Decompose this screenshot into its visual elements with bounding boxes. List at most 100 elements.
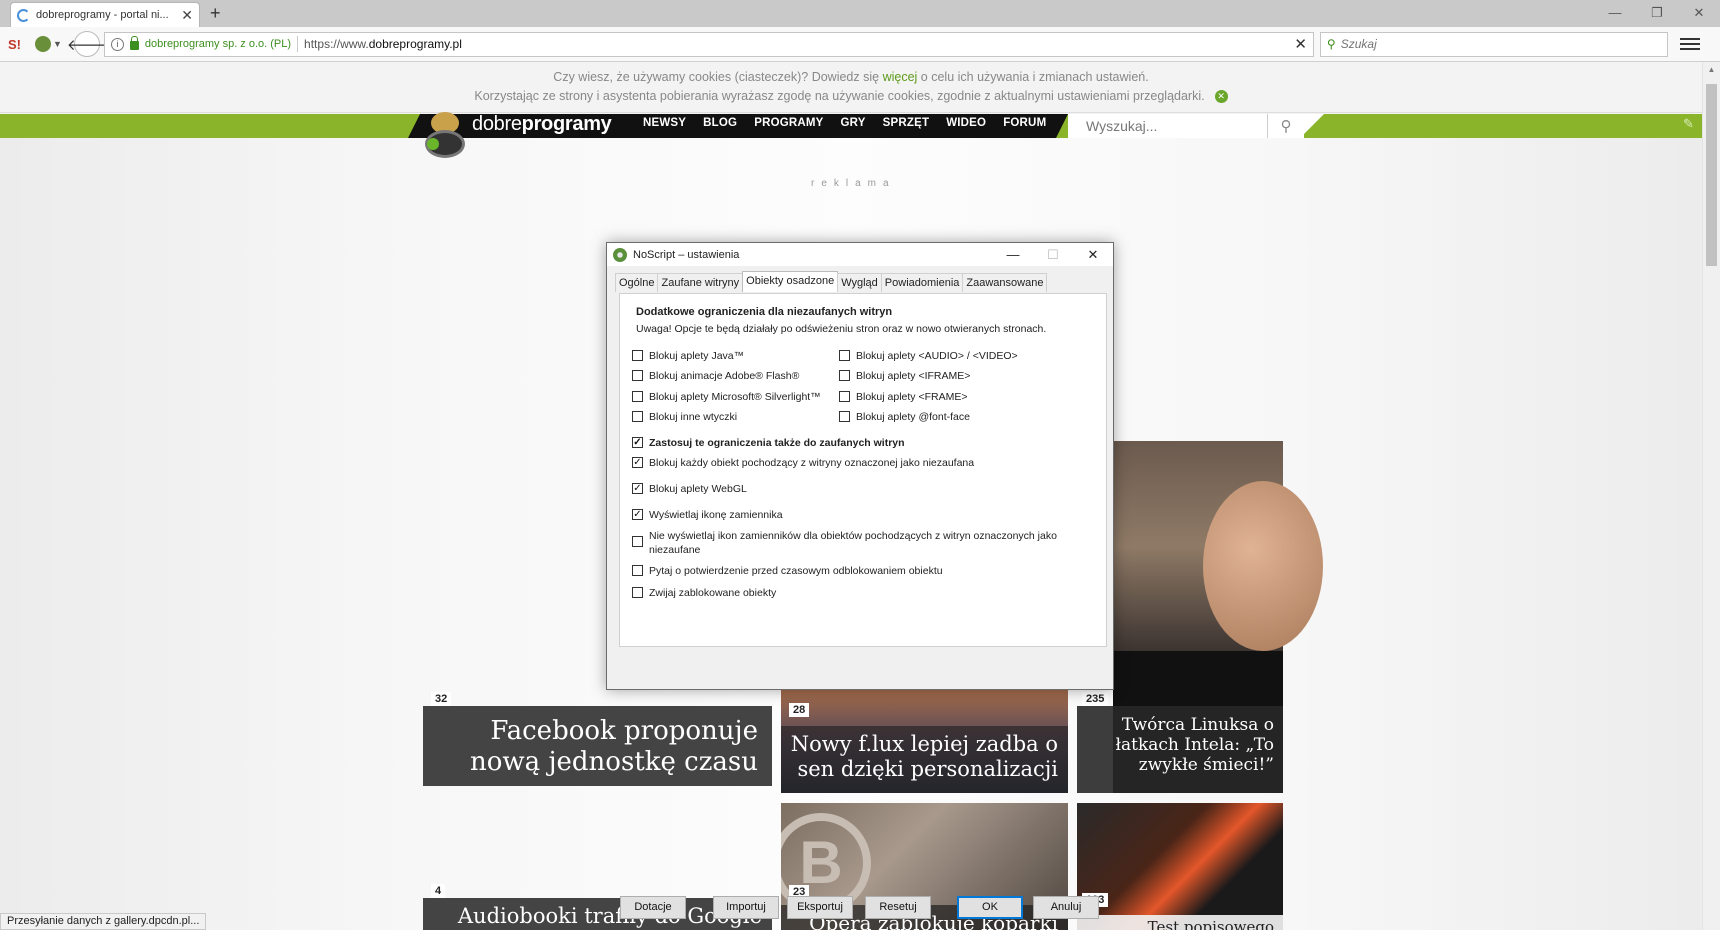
checkbox-block-iframe[interactable]: Blokuj aplety <IFRAME> [839, 369, 970, 383]
export-button[interactable]: Eksportuj [787, 896, 853, 919]
checkbox[interactable] [839, 411, 850, 422]
tab-notifications[interactable]: Powiadomienia [880, 273, 964, 292]
search-icon[interactable]: ⚲ [1268, 117, 1304, 135]
browser-search-box[interactable]: ⚲ [1319, 31, 1668, 57]
checkbox[interactable] [839, 350, 850, 361]
checkbox[interactable]: ✓ [632, 483, 643, 494]
nav-programy[interactable]: PROGRAMY [754, 117, 823, 129]
search-engine-icon[interactable]: ⚲ [1327, 37, 1336, 51]
chevron-down-icon[interactable]: ▼ [53, 39, 62, 49]
comment-count[interactable]: 4 [431, 884, 446, 898]
tab-embedded-objects[interactable]: Obiekty osadzone [742, 271, 839, 292]
tab-appearance[interactable]: Wygląd [837, 273, 882, 292]
new-tab-button[interactable]: + [210, 3, 221, 24]
close-tab-icon[interactable]: ✕ [181, 7, 193, 24]
checkbox-block-flash[interactable]: Blokuj animacje Adobe® Flash® [632, 369, 799, 383]
site-search-box[interactable]: Wyszukaj... ⚲ [1068, 114, 1304, 138]
hamburger-menu-icon[interactable] [1679, 38, 1700, 50]
checkbox-block-silverlight[interactable]: Blokuj aplety Microsoft® Silverlight™ [632, 390, 821, 404]
site-search-input[interactable]: Wyszukaj... [1068, 118, 1267, 134]
article-card[interactable]: Facebook proponuje nową jednostkę czasu [423, 706, 772, 786]
checkbox[interactable]: ✓ [632, 509, 643, 520]
import-button[interactable]: Importuj [713, 896, 779, 919]
cookie-close-icon[interactable]: ✕ [1214, 90, 1228, 104]
checkbox[interactable] [632, 370, 643, 381]
comment-count[interactable]: 32 [431, 692, 452, 706]
checkbox[interactable]: ✓ [632, 457, 643, 468]
checkbox-block-untrusted-objects[interactable]: ✓ Blokuj każdy obiekt pochodzący z witryn… [632, 456, 974, 470]
tab-advanced[interactable]: Zaawansowane [962, 273, 1048, 292]
checkbox-collapse-blocked[interactable]: Zwijaj zablokowane obiekty [632, 586, 776, 600]
browser-search-input[interactable] [1340, 37, 1641, 51]
extension-s-icon[interactable]: S! [8, 37, 21, 52]
noscript-extension-icon[interactable] [35, 36, 51, 52]
vertical-scrollbar[interactable]: ▲ [1702, 62, 1720, 930]
comment-count[interactable]: 28 [789, 703, 810, 717]
address-bar[interactable]: i dobreprogramy sp. z o.o. (PL) https://… [103, 31, 1314, 57]
checkbox[interactable] [632, 391, 643, 402]
nav-wideo[interactable]: WIDEO [946, 117, 986, 129]
checkbox[interactable] [839, 391, 850, 402]
checkbox-show-placeholder[interactable]: ✓ Wyświetlaj ikonę zamiennika [632, 508, 783, 522]
article-title[interactable]: Test popisowego [1077, 915, 1283, 930]
checkbox-block-java[interactable]: Blokuj aplety Java™ [632, 349, 744, 363]
checkbox-block-font-face[interactable]: Blokuj aplety @font-face [839, 410, 970, 424]
checkbox-apply-to-trusted[interactable]: ✓ Zastosuj te ograniczenia także do zaufa… [632, 436, 905, 450]
dialog-titlebar[interactable]: NoScript – ustawienia — ☐ ✕ [607, 243, 1113, 266]
close-dialog-button[interactable]: ✕ [1073, 247, 1113, 263]
cancel-button[interactable]: Anuluj [1033, 896, 1099, 919]
checkbox-block-audio-video[interactable]: Blokuj aplety <AUDIO> / <VIDEO> [839, 349, 1018, 363]
nav-forum[interactable]: FORUM [1003, 117, 1046, 129]
article-title[interactable]: Twórca Linuksa o łatkach Intela: „To zwy… [1077, 706, 1283, 793]
tab-title: dobreprogramy - portal ni... [36, 9, 169, 21]
checkbox[interactable] [839, 370, 850, 381]
checkbox[interactable] [632, 565, 643, 576]
cookie-more-link[interactable]: więcej [883, 70, 918, 84]
checkbox[interactable] [632, 587, 643, 598]
nav-gry[interactable]: GRY [841, 117, 866, 129]
checkbox[interactable] [632, 411, 643, 422]
checkbox-hide-untrusted-placeholders[interactable]: Nie wyświetlaj ikon zamienników dla obie… [632, 529, 1072, 557]
noscript-icon [613, 247, 627, 262]
url-text[interactable]: https://www.dobreprogramy.pl [304, 37, 1288, 51]
checkbox-label: Blokuj aplety <FRAME> [856, 391, 968, 403]
reset-button[interactable]: Resetuj [865, 896, 931, 919]
comment-count[interactable]: 235 [1082, 692, 1109, 706]
logo-mascot-icon[interactable] [425, 112, 465, 158]
checkbox-confirm-unblock[interactable]: Pytaj o potwierdzenie przed czasowym odb… [632, 564, 943, 578]
article-card[interactable]: Nowy f.lux lepiej zadba o sen dzięki per… [781, 690, 1068, 793]
checkbox[interactable] [632, 350, 643, 361]
nav-sprzet[interactable]: SPRZĘT [883, 117, 930, 129]
minimize-button[interactable]: — [993, 247, 1033, 262]
donate-button[interactable]: Dotacje [620, 896, 686, 919]
scrollbar-thumb[interactable] [1706, 84, 1717, 266]
checkbox[interactable] [632, 536, 643, 547]
ok-button[interactable]: OK [957, 896, 1023, 919]
article-title[interactable]: Facebook proponuje nową jednostkę czasu [423, 706, 772, 786]
stop-loading-icon[interactable]: ✕ [1294, 35, 1307, 53]
nav-newsy[interactable]: NEWSY [643, 117, 686, 129]
checkbox[interactable]: ✓ [632, 437, 643, 448]
site-logo[interactable]: dobreprogramy [472, 113, 612, 136]
restore-button[interactable]: ❐ [1636, 0, 1678, 27]
browser-tab[interactable]: dobreprogramy - portal ni... ✕ [10, 2, 200, 27]
scroll-up-icon[interactable]: ▲ [1703, 62, 1720, 78]
checkbox-block-webgl[interactable]: ✓ Blokuj aplety WebGL [632, 482, 747, 496]
article-card[interactable]: Twórca Linuksa o łatkach Intela: „To zwy… [1077, 706, 1283, 793]
tab-general[interactable]: Ogólne [615, 273, 659, 292]
nav-blog[interactable]: BLOG [703, 117, 737, 129]
certificate-org[interactable]: dobreprogramy sp. z o.o. (PL) [145, 38, 291, 50]
article-card[interactable]: Test popisowego [1077, 803, 1283, 930]
noscript-settings-dialog: NoScript – ustawienia — ☐ ✕ Ogólne Zaufa… [606, 242, 1114, 919]
checkbox-block-other-plugins[interactable]: Blokuj inne wtyczki [632, 410, 737, 424]
tab-strip: dobreprogramy - portal ni... ✕ + — ❐ ✕ [0, 0, 1720, 27]
article-title[interactable]: Nowy f.lux lepiej zadba o sen dzięki per… [781, 726, 1068, 793]
back-button[interactable]: 🡐 [67, 31, 107, 57]
checkbox-label: Blokuj aplety @font-face [856, 411, 970, 423]
close-window-button[interactable]: ✕ [1678, 0, 1720, 27]
pin-icon[interactable]: ✎ [1683, 116, 1694, 132]
info-icon[interactable]: i [110, 37, 124, 51]
minimize-button[interactable]: — [1594, 0, 1636, 27]
tab-trusted-sites[interactable]: Zaufane witryny [657, 273, 744, 292]
checkbox-block-frame[interactable]: Blokuj aplety <FRAME> [839, 390, 967, 404]
